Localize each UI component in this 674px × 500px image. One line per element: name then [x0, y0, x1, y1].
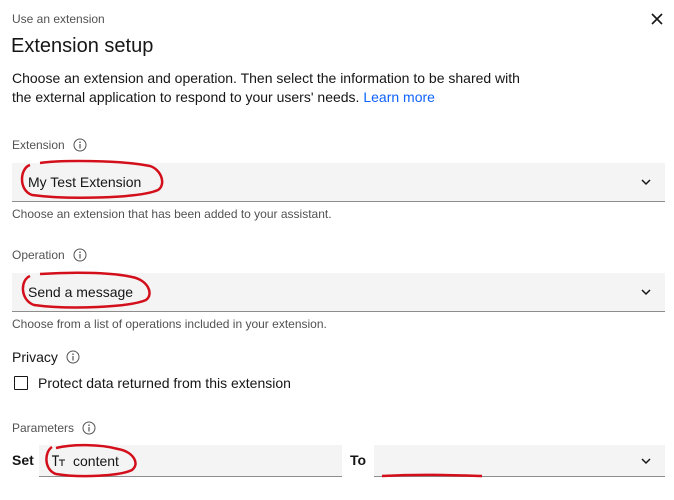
- operation-label: Operation: [12, 248, 65, 262]
- operation-helper-text: Choose from a list of operations include…: [12, 317, 327, 331]
- close-icon: [651, 13, 663, 25]
- modal-title: Extension setup: [11, 35, 154, 57]
- text-type-icon: [52, 454, 65, 466]
- operation-select-value: Send a message: [28, 284, 134, 300]
- privacy-label-row: Privacy: [12, 349, 80, 365]
- modal-description: Choose an extension and operation. Then …: [12, 70, 520, 105]
- info-icon[interactable]: [73, 248, 87, 262]
- set-label: Set: [12, 452, 34, 468]
- close-button[interactable]: [648, 10, 666, 28]
- eyebrow-text: Use an extension: [12, 12, 105, 26]
- chevron-down-icon: [641, 457, 651, 464]
- info-icon[interactable]: [73, 138, 87, 152]
- extension-select-value: My Test Extension: [28, 174, 142, 190]
- protect-data-checkbox-row[interactable]: Protect data returned from this extensio…: [14, 375, 291, 391]
- info-icon[interactable]: [82, 421, 96, 435]
- privacy-label: Privacy: [12, 349, 58, 365]
- protect-data-checkbox-label: Protect data returned from this extensio…: [38, 375, 291, 391]
- operation-label-row: Operation: [12, 248, 87, 262]
- chevron-down-icon: [641, 289, 651, 296]
- parameters-label-row: Parameters: [12, 421, 96, 435]
- to-select[interactable]: [374, 445, 665, 477]
- chevron-down-icon: [641, 179, 651, 186]
- to-label: To: [350, 452, 367, 468]
- operation-select[interactable]: Send a message: [12, 273, 665, 312]
- extension-label: Extension: [12, 138, 65, 152]
- info-icon[interactable]: [66, 350, 80, 364]
- parameter-field-value: content: [73, 452, 119, 469]
- learn-more-link[interactable]: Learn more: [363, 89, 435, 105]
- parameter-field[interactable]: content: [39, 445, 342, 477]
- parameters-label: Parameters: [12, 421, 75, 435]
- protect-data-checkbox[interactable]: [14, 376, 28, 390]
- extension-helper-text: Choose an extension that has been added …: [12, 207, 332, 221]
- extension-label-row: Extension: [12, 138, 87, 152]
- extension-select[interactable]: My Test Extension: [12, 163, 665, 202]
